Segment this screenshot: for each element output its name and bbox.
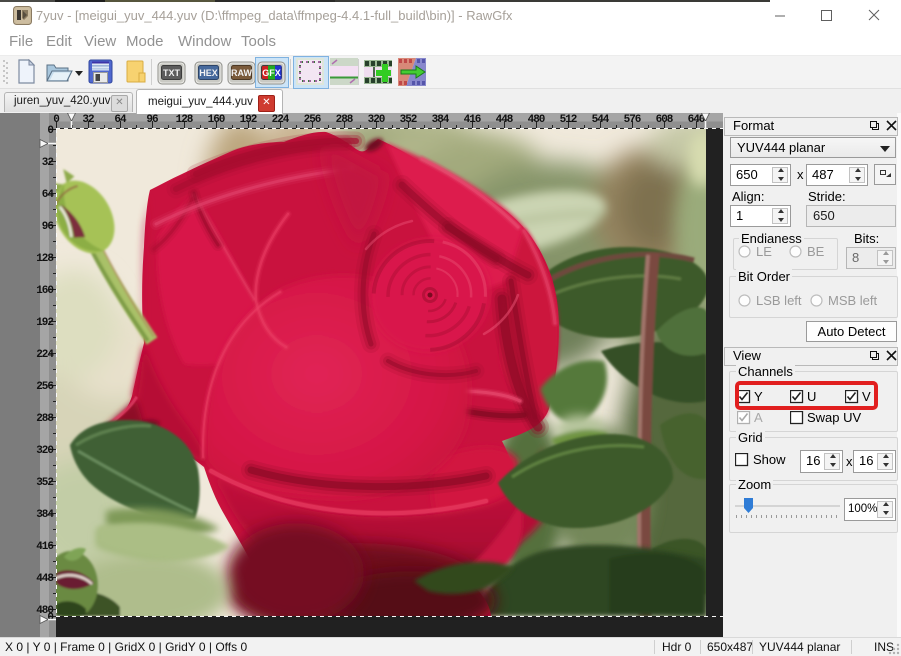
svg-text:TXT: TXT	[163, 68, 181, 78]
svg-text:GFX: GFX	[262, 68, 281, 78]
svg-text:RAW: RAW	[231, 68, 253, 78]
svg-text:HEX: HEX	[199, 68, 218, 78]
